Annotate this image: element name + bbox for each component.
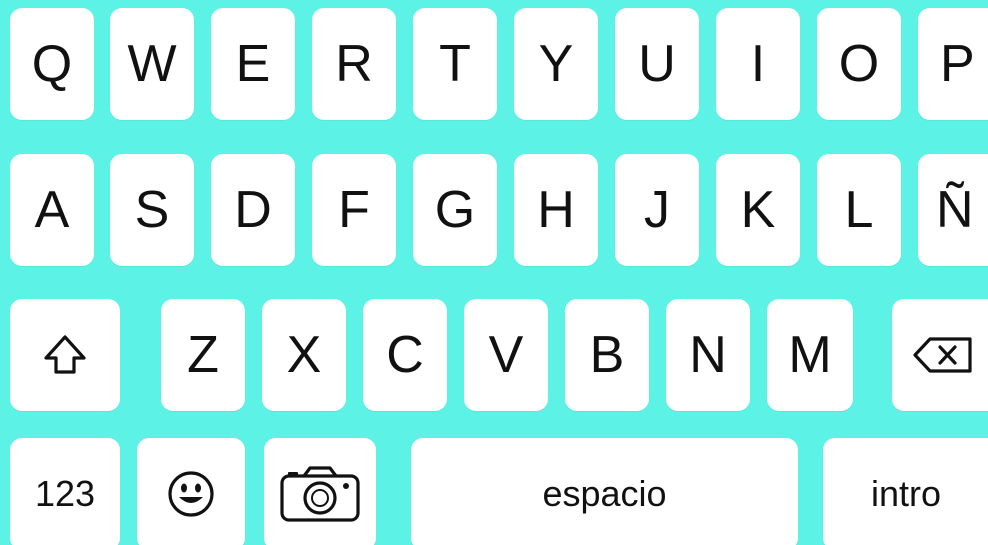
key-h[interactable]: H (514, 154, 598, 266)
key-label: X (286, 326, 322, 384)
key-label: L (844, 181, 874, 239)
key-label: B (589, 326, 625, 384)
key-q[interactable]: Q (10, 8, 94, 120)
key-y[interactable]: Y (514, 8, 598, 120)
key-r[interactable]: R (312, 8, 396, 120)
shift-icon (37, 327, 93, 383)
key-p[interactable]: P (918, 8, 988, 120)
key-label: Z (187, 326, 219, 384)
delete-icon (910, 327, 976, 383)
key-label: G (434, 181, 476, 239)
key-label: I (750, 35, 766, 93)
key-label: S (134, 181, 170, 239)
key-c[interactable]: C (363, 299, 447, 411)
key-label: D (234, 181, 272, 239)
key-m[interactable]: M (767, 299, 853, 411)
shift-key[interactable] (10, 299, 120, 411)
key-w[interactable]: W (110, 8, 194, 120)
numbers-key[interactable]: 123 (10, 438, 120, 545)
key-label: N (689, 326, 727, 384)
key-v[interactable]: V (464, 299, 548, 411)
key-label: F (338, 181, 370, 239)
key-k[interactable]: K (716, 154, 800, 266)
key-label: U (638, 35, 676, 93)
key-z[interactable]: Z (161, 299, 245, 411)
key-x[interactable]: X (262, 299, 346, 411)
key-label: H (537, 181, 575, 239)
key-e[interactable]: E (211, 8, 295, 120)
key-s[interactable]: S (110, 154, 194, 266)
key-label: K (740, 181, 776, 239)
key-g[interactable]: G (413, 154, 497, 266)
key-label: T (439, 35, 471, 93)
key-n[interactable]: N (666, 299, 750, 411)
key-t[interactable]: T (413, 8, 497, 120)
key-i[interactable]: I (716, 8, 800, 120)
key-label: E (235, 35, 271, 93)
key-label: W (127, 35, 177, 93)
key-l[interactable]: L (817, 154, 901, 266)
delete-key[interactable] (892, 299, 988, 411)
camera-key[interactable] (264, 438, 376, 545)
key-label: Ñ (936, 181, 974, 239)
emoji-key[interactable] (137, 438, 245, 545)
key-label: A (34, 181, 70, 239)
enter-key[interactable]: intro (823, 438, 988, 545)
key-label: Y (538, 35, 574, 93)
camera-icon (278, 462, 362, 526)
space-key-label: espacio (542, 473, 667, 514)
key-label: O (838, 35, 880, 93)
key-j[interactable]: J (615, 154, 699, 266)
key-label: C (386, 326, 424, 384)
key-label: J (644, 181, 670, 239)
key-f[interactable]: F (312, 154, 396, 266)
key-u[interactable]: U (615, 8, 699, 120)
key-label: P (940, 35, 975, 93)
keyboard: Q W E R T Y U I O P A S D F G H J K L Ñ … (0, 0, 988, 545)
emoji-icon (163, 466, 219, 522)
key-label: M (788, 326, 832, 384)
space-key[interactable]: espacio (411, 438, 798, 545)
key-label: Q (31, 35, 73, 93)
key-d[interactable]: D (211, 154, 295, 266)
key-label: R (335, 35, 373, 93)
numbers-key-label: 123 (34, 473, 96, 514)
key-o[interactable]: O (817, 8, 901, 120)
key-b[interactable]: B (565, 299, 649, 411)
key-label: V (488, 326, 524, 384)
key-n-tilde[interactable]: Ñ (918, 154, 988, 266)
enter-key-label: intro (871, 473, 942, 514)
key-a[interactable]: A (10, 154, 94, 266)
